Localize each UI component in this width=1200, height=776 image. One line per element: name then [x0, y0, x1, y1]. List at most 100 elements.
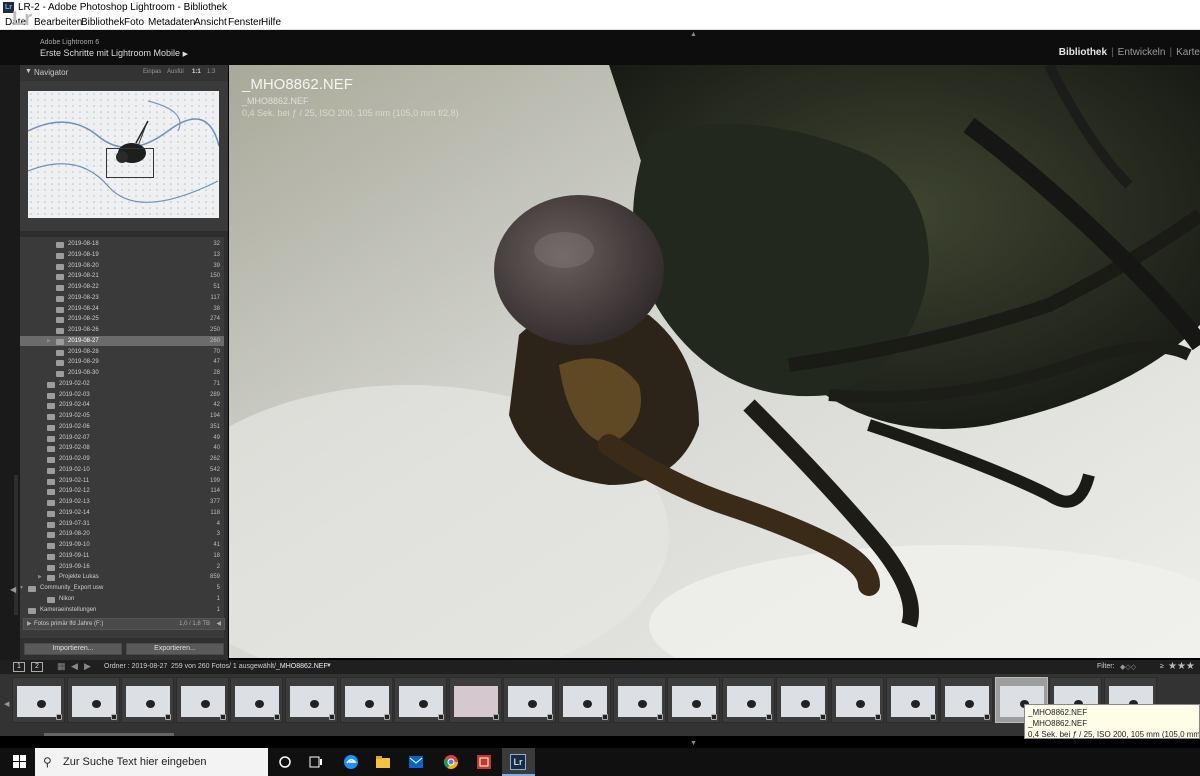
- menu-bibliothek[interactable]: Bibliothek: [81, 17, 124, 28]
- folder-row[interactable]: Nikon 1: [20, 594, 224, 605]
- folder-disclosure-icon[interactable]: ▶: [47, 336, 51, 346]
- file-dropdown-icon[interactable]: ▼: [326, 663, 332, 669]
- filmstrip-thumbnail[interactable]: [885, 677, 939, 723]
- filmstrip-thumbnail[interactable]: [831, 677, 884, 723]
- filmstrip-thumbnail[interactable]: [448, 677, 502, 723]
- folder-row[interactable]: 2019-08-30 28: [20, 368, 224, 379]
- filmstrip-thumbnail[interactable]: [339, 677, 393, 723]
- folder-row[interactable]: 2019-02-10 542: [20, 465, 224, 476]
- folder-row[interactable]: 2019-08-19 13: [20, 250, 224, 261]
- develop-badge-icon[interactable]: [219, 714, 226, 720]
- windows-start-icon[interactable]: [13, 755, 26, 768]
- folder-row[interactable]: 2019-08-21 150: [20, 271, 224, 282]
- develop-badge-icon[interactable]: [929, 714, 936, 720]
- filmstrip-thumbnail[interactable]: [776, 677, 830, 723]
- filmstrip-thumbnail[interactable]: [175, 677, 229, 723]
- folder-row[interactable]: 2019-02-02 71: [20, 379, 224, 390]
- develop-badge-icon[interactable]: [711, 714, 718, 720]
- develop-badge-icon[interactable]: [765, 714, 772, 720]
- rating-operator[interactable]: ≥: [1160, 663, 1164, 670]
- menu-hilfe[interactable]: Hilfe: [261, 17, 281, 28]
- menu-ansicht[interactable]: Ansicht: [194, 17, 227, 28]
- develop-badge-icon[interactable]: [274, 714, 281, 720]
- filmstrip-thumbnail[interactable]: [66, 677, 120, 723]
- filmstrip-scrollbar[interactable]: [44, 733, 174, 736]
- cortana-icon[interactable]: [277, 754, 293, 770]
- secondary-window-button[interactable]: 2: [31, 662, 43, 672]
- filmstrip-thumbnail[interactable]: [940, 677, 994, 723]
- zoom-fit[interactable]: Einpas: [143, 69, 161, 75]
- folder-row[interactable]: 2019-02-05 194: [20, 411, 224, 422]
- zoom-1-3[interactable]: 1:3: [207, 69, 215, 75]
- folder-row[interactable]: 2019-07-31 4: [20, 519, 224, 530]
- folder-row[interactable]: 2019-08-18 32: [20, 239, 224, 250]
- task-view-icon[interactable]: [308, 754, 324, 770]
- develop-badge-icon[interactable]: [165, 714, 172, 720]
- import-button[interactable]: Importieren...: [24, 643, 122, 655]
- develop-badge-icon[interactable]: [383, 714, 390, 720]
- file-explorer-icon[interactable]: [375, 754, 391, 770]
- folders-scrollbar[interactable]: [224, 237, 228, 647]
- export-button[interactable]: Exportieren...: [126, 643, 224, 655]
- identity-plate[interactable]: Erste Schritte mit Lightroom Mobile ▶: [40, 48, 188, 58]
- mail-icon[interactable]: [408, 754, 424, 770]
- chrome-icon[interactable]: [443, 754, 459, 770]
- grid-view-icon[interactable]: ▦: [57, 661, 66, 672]
- filmstrip-thumbnail[interactable]: [503, 677, 557, 723]
- filmstrip-thumbnail[interactable]: [558, 677, 611, 723]
- filmstrip-thumbnail[interactable]: [612, 677, 666, 723]
- folder-row[interactable]: 2019-02-12 114: [20, 486, 224, 497]
- module-bibliothek[interactable]: Bibliothek: [1059, 47, 1107, 58]
- edge-browser-icon[interactable]: [343, 754, 359, 770]
- folder-row[interactable]: 2019-08-20 39: [20, 261, 224, 272]
- folder-row[interactable]: 2019-08-22 51: [20, 282, 224, 293]
- lightroom-taskbar-item[interactable]: Lr: [502, 748, 535, 776]
- folder-row[interactable]: Kameraeinstellungen 1: [20, 605, 224, 616]
- filmstrip-thumbnail[interactable]: [721, 677, 775, 723]
- folder-row[interactable]: 2019-09-11 18: [20, 551, 224, 562]
- menu-bearbeiten[interactable]: Bearbeiten: [34, 17, 82, 28]
- module-karte[interactable]: Karte: [1176, 47, 1200, 58]
- folder-row[interactable]: 2019-08-29 47: [20, 357, 224, 368]
- folder-source-label[interactable]: Ordner : 2019-08-27: [104, 663, 167, 670]
- folder-row[interactable]: 2019-09-16 2: [20, 562, 224, 573]
- folder-row[interactable]: 2019-02-08 40: [20, 443, 224, 454]
- folder-row[interactable]: 2019-08-25 274: [20, 314, 224, 325]
- folder-row[interactable]: 2019-02-04 42: [20, 400, 224, 411]
- current-file-label[interactable]: _MHO8862.NEF: [276, 663, 328, 670]
- taskbar-search-box[interactable]: ⚲ Zur Suche Text hier eingeben: [35, 748, 268, 776]
- zoom-fill[interactable]: Ausfül: [167, 69, 184, 75]
- folder-row[interactable]: 2019-08-28 70: [20, 347, 224, 358]
- folder-row[interactable]: 2019-08-24 38: [20, 304, 224, 315]
- develop-badge-icon[interactable]: [820, 714, 827, 720]
- develop-badge-icon[interactable]: [547, 714, 554, 720]
- folder-disclosure-icon[interactable]: ▼: [19, 583, 24, 593]
- folder-row[interactable]: 2019-08-20 3: [20, 529, 224, 540]
- module-entwickeln[interactable]: Entwickeln: [1118, 47, 1166, 58]
- folder-row[interactable]: 2019-02-13 377: [20, 497, 224, 508]
- filmstrip-thumbnail[interactable]: [394, 677, 448, 723]
- folder-row[interactable]: 2019-08-23 117: [20, 293, 224, 304]
- filmstrip-thumbnail[interactable]: [121, 677, 175, 723]
- develop-badge-icon[interactable]: [56, 714, 62, 720]
- folder-row[interactable]: 2019-08-26 250: [20, 325, 224, 336]
- filmstrip-thumbnail[interactable]: [12, 677, 65, 723]
- forward-arrow-icon[interactable]: ▶: [84, 661, 91, 672]
- menu-metadaten[interactable]: Metadaten: [148, 17, 195, 28]
- develop-badge-icon[interactable]: [329, 714, 335, 720]
- folder-row[interactable]: 2019-09-10 41: [20, 540, 224, 551]
- filmstrip-thumbnail[interactable]: [285, 677, 338, 723]
- rating-stars[interactable]: ★★★: [1168, 661, 1195, 672]
- filmstrip-thumbnail[interactable]: [667, 677, 721, 723]
- develop-badge-icon[interactable]: [656, 714, 663, 720]
- navigator-header[interactable]: ▼ Navigator Einpas Ausfül 1:1 1:3: [20, 65, 228, 81]
- folder-row[interactable]: ▶ 2019-08-27 260: [20, 335, 224, 347]
- menu-fenster[interactable]: Fenster: [228, 17, 262, 28]
- toggle-top-panel-icon[interactable]: ▲: [690, 31, 697, 38]
- zoom-1-1[interactable]: 1:1: [192, 69, 201, 75]
- toggle-bottom-panel-icon[interactable]: ▼: [690, 740, 697, 747]
- folder-row[interactable]: 2019-02-09 262: [20, 454, 224, 465]
- main-window-button[interactable]: 1: [13, 662, 25, 672]
- develop-badge-icon[interactable]: [984, 714, 991, 720]
- folder-row[interactable]: 2019-02-11 199: [20, 476, 224, 487]
